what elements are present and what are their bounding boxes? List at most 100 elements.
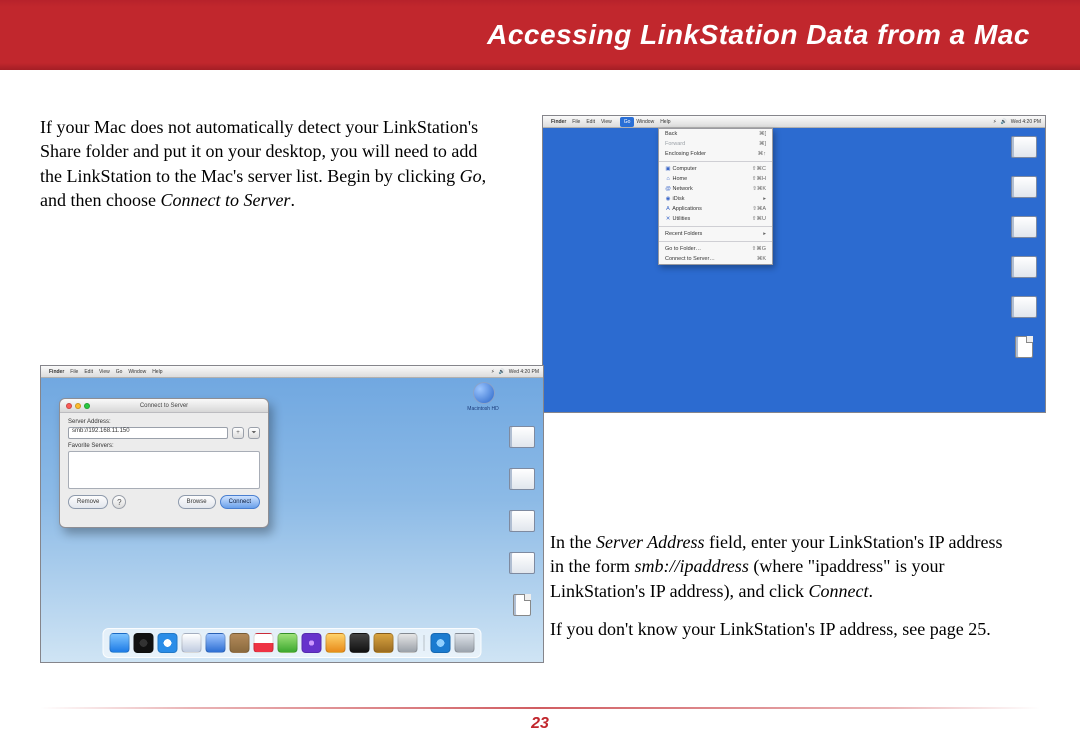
mac-menubar: Finder File Edit View Go Window Help ⚡︎ … — [543, 116, 1045, 128]
menu-finder: Finder — [49, 369, 64, 375]
go-back-kbd: ⌘[ — [759, 131, 766, 137]
dock-ichat-icon — [206, 633, 226, 653]
menubar-volume-icon: 🔊 — [499, 369, 505, 375]
go-goto-kbd: ⇧⌘G — [752, 246, 766, 252]
go-apps-kbd: ⇧⌘A — [752, 206, 766, 212]
go-idisk-kbd: ▸ — [763, 196, 766, 202]
para2-connect-italic: Connect — [809, 581, 869, 601]
dock-sysprefs-icon — [398, 633, 418, 653]
favorite-servers-list[interactable] — [68, 451, 260, 489]
menu-view: View — [601, 119, 612, 125]
history-button[interactable]: ⏷ — [248, 427, 260, 439]
para1-go-italic: Go — [460, 166, 482, 186]
connect-button[interactable]: Connect — [220, 495, 260, 509]
go-forward-kbd: ⌘] — [759, 141, 766, 147]
add-favorite-button[interactable]: + — [232, 427, 244, 439]
menu-help: Help — [660, 119, 670, 125]
go-recent-label: Recent Folders — [665, 231, 702, 237]
apps-icon: A — [665, 206, 671, 212]
menubar-status-icon: ⚡︎ — [993, 119, 997, 125]
dock-quicktime-icon — [278, 633, 298, 653]
hd-icon — [1011, 176, 1037, 198]
menu-edit: Edit — [586, 119, 595, 125]
go-row-gotofolder: Go to Folder…⇧⌘G — [659, 244, 772, 254]
menubar-status-icon: ⚡︎ — [491, 369, 495, 375]
go-row-idisk: ◉ iDisk ▸ — [659, 194, 772, 204]
para1-text-a: If your Mac does not automatically detec… — [40, 117, 478, 186]
utils-icon: ✕ — [665, 216, 671, 222]
hd-icon — [1011, 136, 1037, 158]
idisk-icon: ◉ — [665, 196, 671, 202]
go-row-back: Back ⌘[ — [659, 129, 772, 139]
go-enclosing-label: Enclosing Folder — [665, 151, 706, 157]
menu-view: View — [99, 369, 110, 375]
page-title: Accessing LinkStation Data from a Mac — [487, 19, 1030, 51]
hd-icon — [1011, 296, 1037, 318]
hd-icon — [1011, 216, 1037, 238]
menu-file: File — [70, 369, 78, 375]
menu-finder: Finder — [551, 119, 566, 125]
para2-text-d: . — [869, 581, 874, 601]
go-row-computer: ▣ Computer⇧⌘C — [659, 164, 772, 174]
remove-button[interactable]: Remove — [68, 495, 108, 509]
connect-to-server-window: Connect to Server Server Address: smb://… — [59, 398, 269, 528]
go-apps-label: Applications — [672, 206, 702, 212]
hd-icon — [509, 552, 535, 574]
menu-window: Window — [128, 369, 146, 375]
go-utils-label: Utilities — [673, 216, 691, 222]
go-row-network: @ Network⇧⌘K — [659, 184, 772, 194]
hd-icon — [509, 510, 535, 532]
dock-site-icon — [431, 633, 451, 653]
go-sep-3 — [659, 241, 772, 242]
menubar-volume-icon: 🔊 — [1001, 119, 1007, 125]
go-home-kbd: ⇧⌘H — [752, 176, 766, 182]
go-row-recent: Recent Folders ▸ — [659, 229, 772, 239]
go-network-label: Network — [673, 186, 693, 192]
hd-icon — [509, 468, 535, 490]
go-row-forward: Forward⌘] — [659, 139, 772, 149]
network-icon: @ — [665, 186, 671, 192]
cts-body: Server Address: smb://192.168.11.150 + ⏷… — [60, 413, 268, 515]
go-enclosing-kbd: ⌘↑ — [758, 151, 766, 157]
screenshot-connect-to-server: Finder File Edit View Go Window Help ⚡︎ … — [40, 365, 544, 663]
menubar-clock: Wed 4:20 PM — [1011, 119, 1041, 125]
go-row-apps: A Applications ⇧⌘A — [659, 204, 772, 214]
dock-iphoto-icon — [326, 633, 346, 653]
go-row-enclosing: Enclosing Folder ⌘↑ — [659, 149, 772, 159]
help-button[interactable]: ? — [112, 495, 126, 509]
screenshot-go-menu: Finder File Edit View Go Window Help ⚡︎ … — [542, 115, 1046, 413]
go-recent-kbd: ▸ — [763, 231, 766, 237]
document-icon — [1015, 336, 1033, 358]
intro-paragraph: If your Mac does not automatically detec… — [40, 115, 500, 212]
cts-titlebar: Connect to Server — [60, 399, 268, 413]
dock-garageband-icon — [374, 633, 394, 653]
go-utils-kbd: ⇧⌘U — [752, 216, 766, 222]
menubar-right: ⚡︎ 🔊 Wed 4:20 PM — [993, 119, 1041, 125]
para2-smb-italic: smb://ipaddress — [634, 556, 748, 576]
go-idisk-label: iDisk — [673, 196, 685, 202]
dock-ical-icon — [254, 633, 274, 653]
go-dropdown: Back ⌘[ Forward⌘] Enclosing Folder ⌘↑ ▣ Co… — [658, 128, 773, 265]
go-row-utils: ✕ Utilities ⇧⌘U — [659, 214, 772, 224]
home-icon: ⌂ — [665, 176, 671, 182]
hd-icon — [509, 426, 535, 448]
dock-dashboard-icon — [134, 633, 154, 653]
go-sep-1 — [659, 161, 772, 162]
mac-menubar: Finder File Edit View Go Window Help ⚡︎ … — [41, 366, 543, 378]
go-home-label: Home — [673, 176, 688, 182]
macintosh-hd-icon — [473, 382, 495, 404]
page-number: 23 — [0, 715, 1080, 733]
content-area: If your Mac does not automatically detec… — [40, 115, 1040, 707]
desktop-icons-top — [1011, 136, 1037, 358]
menu-go: Go — [116, 369, 123, 375]
para2-text-a: In the — [550, 532, 596, 552]
cts-title: Connect to Server — [66, 403, 262, 409]
server-address-input[interactable]: smb://192.168.11.150 — [68, 427, 228, 439]
menubar-clock: Wed 4:20 PM — [509, 369, 539, 375]
macintosh-hd-label: Macintosh HD — [453, 406, 513, 412]
go-back-label: Back — [665, 131, 677, 137]
para2-server-address-italic: Server Address — [596, 532, 704, 552]
go-row-home: ⌂ Home ⇧⌘H — [659, 174, 772, 184]
dock-addressbook-icon — [230, 633, 250, 653]
browse-button[interactable]: Browse — [178, 495, 216, 509]
